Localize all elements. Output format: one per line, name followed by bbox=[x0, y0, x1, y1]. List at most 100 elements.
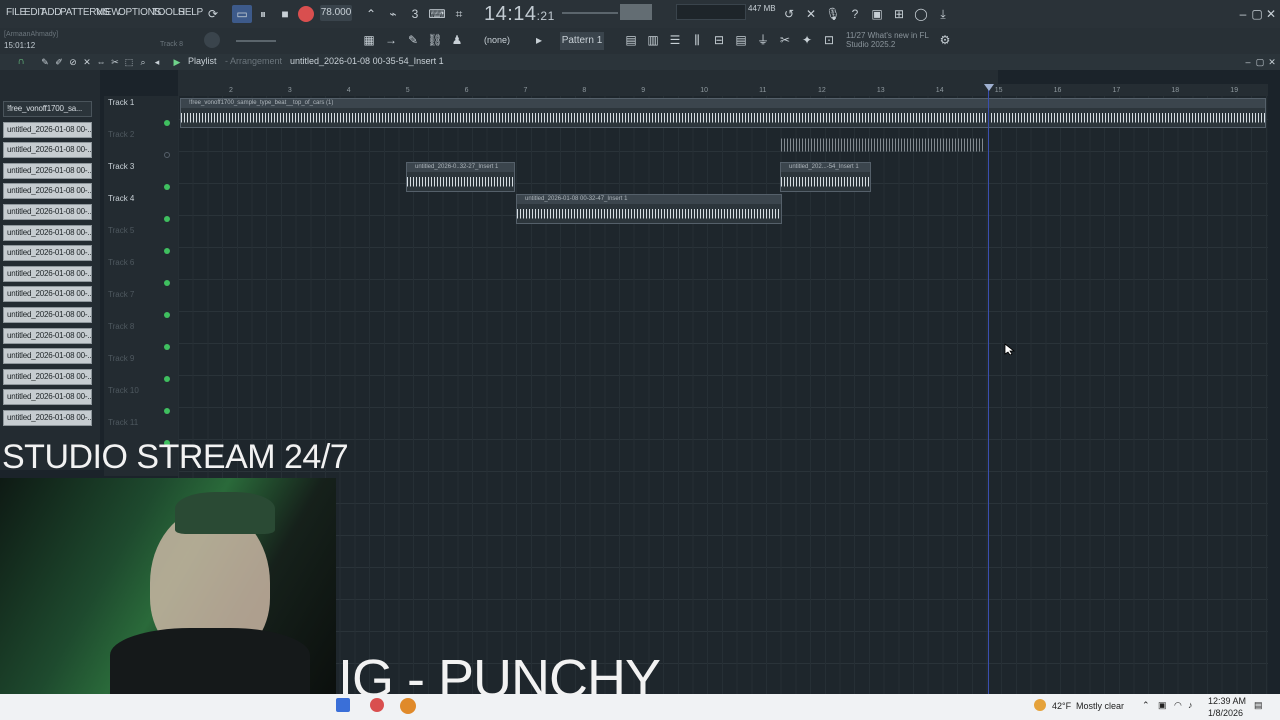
undo-icon[interactable]: ↺ bbox=[780, 5, 798, 23]
cut-icon[interactable]: ✕ bbox=[802, 5, 820, 23]
download-icon[interactable]: ⤓ bbox=[934, 5, 952, 23]
master-volume-slider[interactable] bbox=[562, 12, 618, 14]
track-mute-led[interactable] bbox=[164, 184, 170, 190]
playlist-subtitle[interactable]: - Arrangement bbox=[225, 56, 282, 66]
menu-help[interactable]: HELP bbox=[178, 7, 203, 18]
picker-item[interactable]: untitled_2026-01-08 00-... bbox=[3, 286, 92, 303]
picker-item[interactable]: untitled_2026-01-08 00-... bbox=[3, 307, 92, 323]
track-label[interactable]: Track 5 bbox=[108, 226, 134, 235]
clipboard-icon[interactable]: ▤ bbox=[732, 31, 750, 49]
picker-item[interactable]: untitled_2026-01-08 00-... bbox=[3, 183, 92, 200]
piano-roll-icon[interactable]: ▦ bbox=[360, 31, 378, 49]
step-edit-icon[interactable]: ⌨ bbox=[428, 5, 446, 23]
playlist-close-icon[interactable]: ✕ bbox=[1266, 55, 1278, 69]
playhead-marker-icon[interactable] bbox=[984, 84, 994, 91]
track-label[interactable]: Track 11 bbox=[108, 418, 138, 427]
stop-icon[interactable]: ■ bbox=[276, 5, 294, 23]
picker-item[interactable]: untitled_2026-01-08 00-... bbox=[3, 142, 92, 159]
picker-item[interactable]: untitled_2026-01-08 00-... bbox=[3, 389, 92, 406]
track-mute-led[interactable] bbox=[164, 280, 170, 286]
picker-item[interactable]: untitled_2026-01-08 00-... bbox=[3, 121, 92, 138]
playlist-minimize-icon[interactable]: – bbox=[1242, 55, 1254, 69]
timeline-ruler[interactable] bbox=[178, 84, 1268, 96]
audio-clip-track4[interactable]: untitled_2026-01-08 00-32-47_Insert 1 bbox=[516, 194, 782, 224]
plugin-icon[interactable]: ⊞ bbox=[890, 5, 908, 23]
track-label[interactable]: Track 4 bbox=[108, 194, 134, 203]
record-button[interactable] bbox=[298, 6, 314, 22]
taskbar-record-app-icon[interactable] bbox=[370, 698, 384, 712]
audio-clip-track2-muted[interactable] bbox=[780, 131, 986, 159]
tools-icon[interactable]: ✂ bbox=[776, 31, 794, 49]
track-label[interactable]: Track 2 bbox=[108, 130, 134, 139]
menu-file[interactable]: FILE bbox=[6, 7, 26, 18]
audio-clip-track3-b[interactable]: untitled_202...-54_Insert 1 bbox=[780, 162, 871, 192]
eq-icon[interactable]: ⫼ bbox=[688, 31, 706, 49]
track-mute-led[interactable] bbox=[164, 344, 170, 350]
news-panel[interactable]: 11/27 What's new in FL Studio 2025.2 bbox=[846, 31, 929, 49]
track-label[interactable]: Track 7 bbox=[108, 290, 134, 299]
taskbar-fl-studio-icon[interactable] bbox=[400, 698, 416, 714]
song-mode-button[interactable]: ▭ bbox=[232, 5, 252, 23]
audio-clip-track3-a[interactable]: untitled_2026-0..32-27_Insert 1 bbox=[406, 162, 515, 192]
wait-icon[interactable]: ⌁ bbox=[384, 5, 402, 23]
close-icon[interactable]: ✕ bbox=[1262, 5, 1280, 23]
track-mute-led[interactable] bbox=[164, 376, 170, 382]
picker-item[interactable]: untitled_2026-01-08 00-... bbox=[3, 348, 92, 365]
playlist-maximize-icon[interactable]: ▢ bbox=[1254, 55, 1266, 69]
pause-icon[interactable]: ⏸ bbox=[254, 5, 272, 23]
help-icon[interactable]: ? bbox=[846, 5, 864, 23]
menu-add[interactable]: ADD bbox=[41, 7, 62, 18]
mic-icon[interactable]: 🎙 bbox=[824, 5, 842, 23]
picker-item[interactable]: untitled_2026-01-08 00-... bbox=[3, 410, 92, 426]
picker-item[interactable]: untitled_2026-01-08 00-... bbox=[3, 204, 92, 220]
picker-item[interactable]: untitled_2026-01-08 00-... bbox=[3, 368, 92, 385]
arrangement-grid[interactable] bbox=[178, 96, 1268, 696]
track-label[interactable]: Track 10 bbox=[108, 386, 139, 395]
link-icon[interactable]: ⛓ bbox=[426, 31, 444, 49]
stamp-icon[interactable]: ♟ bbox=[448, 31, 466, 49]
picker-item[interactable]: untitled_2026-01-08 00-... bbox=[3, 265, 92, 282]
picker-item[interactable]: untitled_2026-01-08 00-... bbox=[3, 327, 92, 344]
notification-icon[interactable]: ▤ bbox=[1254, 700, 1263, 711]
slip-tool-icon[interactable]: ⇔ bbox=[94, 55, 108, 69]
track-label[interactable]: Track 8 bbox=[108, 322, 134, 331]
tray-chevron-icon[interactable]: ⌃ bbox=[1142, 700, 1150, 711]
arrow-icon[interactable]: → bbox=[382, 31, 400, 49]
pattern-selector[interactable]: Pattern 1 bbox=[560, 32, 604, 50]
marker-icon[interactable]: ✦ bbox=[798, 31, 816, 49]
taskbar-app-icon[interactable] bbox=[336, 698, 350, 712]
menu-view[interactable]: VIEW bbox=[96, 7, 121, 18]
snap-select[interactable]: (none) bbox=[484, 35, 510, 45]
mute-tool-icon[interactable]: ✕ bbox=[80, 55, 94, 69]
track-mute-led[interactable] bbox=[164, 408, 170, 414]
wifi-icon[interactable]: ◠ bbox=[1174, 700, 1182, 711]
plug-icon[interactable]: ⏚ bbox=[754, 31, 772, 49]
magnet-icon[interactable]: ∩ bbox=[14, 55, 28, 69]
track-label[interactable]: Track 3 bbox=[108, 162, 134, 171]
delete-tool-icon[interactable]: ⊘ bbox=[66, 55, 80, 69]
track-label[interactable]: Track 6 bbox=[108, 258, 134, 267]
settings-icon[interactable]: ⚙ bbox=[936, 31, 954, 49]
loop-icon[interactable]: ⟳ bbox=[204, 5, 222, 23]
browser-icon[interactable]: ⊟ bbox=[710, 31, 728, 49]
playback-tool-icon[interactable]: ◂ bbox=[150, 55, 164, 69]
play-arrangement-icon[interactable]: ▶ bbox=[170, 55, 184, 69]
track-label[interactable]: Track 9 bbox=[108, 354, 134, 363]
picker-item[interactable]: untitled_2026-01-08 00-... bbox=[3, 224, 92, 241]
weather-temp[interactable]: 42°F bbox=[1052, 701, 1071, 711]
pencil-icon[interactable]: ✎ bbox=[38, 55, 52, 69]
track-mute-led[interactable] bbox=[164, 248, 170, 254]
mixer-icon[interactable]: ☰ bbox=[666, 31, 684, 49]
select-tool-icon[interactable]: ⬚ bbox=[122, 55, 136, 69]
track-mute-led[interactable] bbox=[164, 152, 170, 158]
weather-desc[interactable]: Mostly clear bbox=[1076, 701, 1124, 711]
zoom-tool-icon[interactable]: ⌕ bbox=[136, 55, 150, 69]
playhead[interactable] bbox=[988, 84, 989, 694]
master-pitch-slider[interactable] bbox=[236, 40, 276, 42]
brush-icon[interactable]: ✐ bbox=[52, 55, 66, 69]
metronome-icon[interactable]: ⌃ bbox=[362, 5, 380, 23]
countdown-icon[interactable]: 3 bbox=[406, 5, 424, 23]
picker-item[interactable]: untitled_2026-01-08 00-... bbox=[3, 162, 92, 179]
picker-item[interactable]: untitled_2026-01-08 00-... bbox=[3, 245, 92, 262]
picker-item[interactable]: !free_vonoff1700_sa... bbox=[3, 101, 92, 117]
